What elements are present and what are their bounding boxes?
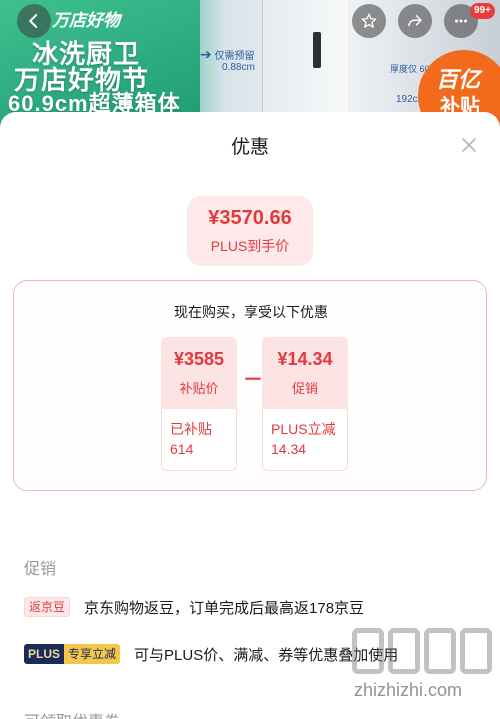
final-price-pill: ¥3570.66 PLUS到手价 [187,196,313,266]
close-button[interactable] [458,134,480,156]
arrow-right-icon: ➔ [200,46,212,62]
minus-operator: － [243,369,263,391]
thickness-label: 厚度仅 [390,64,418,74]
card-detail-line2: 614 [170,441,194,457]
gap-note-value: 0.88cm [222,62,255,73]
card-detail: 已补贴 614 [161,409,237,471]
final-price-label: PLUS到手价 [210,238,290,254]
calc-title: 现在购买，享受以下优惠 [174,304,328,320]
site-watermark: zhizhizhi.com [352,620,500,719]
promotion-row-jingdou[interactable]: 返京豆 京东购物返豆，订单完成后最高返178京豆 [24,596,364,618]
promo-brand: 万店好物 [52,11,120,30]
price-calculation-box: 现在购买，享受以下优惠 ¥3585 补贴价 已补贴 614 － ¥14.34 促… [13,280,487,491]
gap-note: ➔ 仅需预留 [200,46,255,63]
more-dots-icon [455,19,467,23]
favorite-button[interactable] [352,4,386,38]
gap-note-label: 仅需预留 [214,51,255,62]
watermark-text: zhizhizhi.com [354,680,463,700]
back-button[interactable] [17,4,51,38]
final-price: ¥3570.66 [208,207,292,229]
card-detail-line1: 已补贴 [170,421,212,437]
card-name: 补贴价 [179,381,219,396]
coupons-section-label: 可领取优惠券 [24,708,120,719]
cart-badge: 99+ [470,3,495,19]
fridge-handle [313,32,321,68]
sheet-title: 优惠 [230,137,269,158]
plus-tag: PLUS 专享立减 [24,644,121,664]
fridge-image [262,0,348,120]
promotions-section-label: 促销 [24,561,57,578]
jingdou-tag: 返京豆 [24,597,71,617]
back-arrow-icon [29,14,38,28]
star-icon [361,13,377,28]
share-icon [408,15,422,27]
card-head: ¥14.34 促销 [262,337,348,409]
card-value: ¥14.34 [277,349,333,369]
plus-tag-type: 专享立减 [64,644,121,664]
card-detail-line1: PLUS立减 [271,421,336,437]
subsidy-price-card[interactable]: ¥3585 补贴价 已补贴 614 [161,337,237,471]
card-head: ¥3585 补贴价 [161,337,237,409]
promotion-text: 京东购物返豆，订单完成后最高返178京豆 [84,599,365,617]
card-detail: PLUS立减 14.34 [262,409,348,471]
watermark-logo [352,628,492,674]
share-button[interactable] [398,4,432,38]
plus-tag-label: PLUS [24,644,65,664]
card-detail-line2: 14.34 [271,441,307,457]
card-value: ¥3585 [173,349,225,369]
promotion-row-plus[interactable]: PLUS 专享立减 可与PLUS价、满减、券等优惠叠加使用 [24,643,398,665]
card-name: 促销 [291,381,318,396]
promotion-card[interactable]: ¥14.34 促销 PLUS立减 14.34 [262,337,348,471]
close-icon [462,138,476,152]
